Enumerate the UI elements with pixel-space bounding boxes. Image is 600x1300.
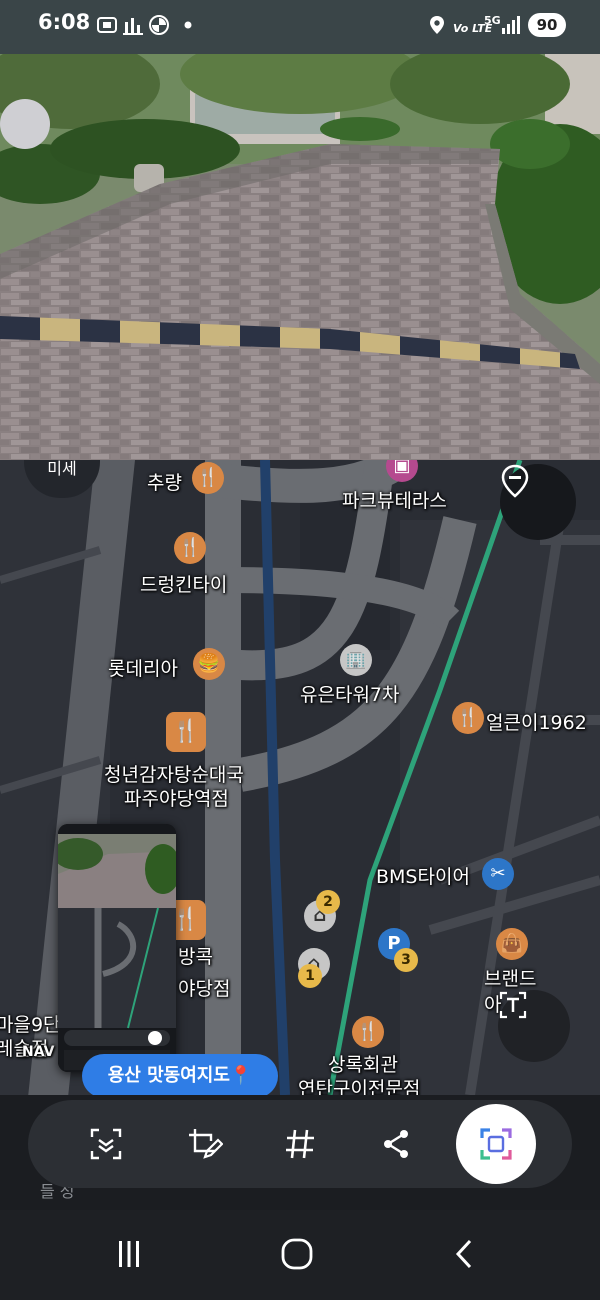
poi-label[interactable]: 파크뷰테라스 [342,486,447,513]
home-button[interactable] [272,1232,322,1276]
poi-label[interactable]: BMS타이어 [376,862,470,889]
office-building-icon[interactable]: 🏢 [340,644,372,676]
poi-label[interactable]: 마을9단 [0,1010,61,1037]
location-toggle-button[interactable] [500,464,576,540]
street-photo [0,54,600,460]
share-button[interactable] [370,1118,422,1170]
poi-label[interactable]: 방콕 [178,942,213,969]
chart-icon [123,18,143,35]
poi-label[interactable]: 드렁킨타이 [140,570,227,597]
text-scan-icon [499,991,527,1019]
share-icon [384,1130,408,1158]
recents-icon [119,1241,139,1267]
status-bar: 6:08 Vo LTE 5G 90 [0,0,600,54]
smart-select-button[interactable] [456,1104,536,1184]
clock: 6:08 [38,10,91,34]
screenshot-icon [97,17,117,33]
marker-three[interactable]: 3 [394,948,418,972]
marker-one[interactable]: 1 [298,964,322,988]
battery-indicator: 90 [528,13,566,37]
scan-icon [90,1128,122,1160]
poi-label[interactable]: 야당점 [178,974,230,1001]
network-gen: 5G [484,14,501,27]
poi-label[interactable]: 연탄구이전문점 [298,1074,420,1095]
location-minus-icon [501,464,529,498]
poi-label[interactable]: 유은타워7차 [300,680,400,707]
recents-button[interactable] [104,1232,154,1276]
thumbnail-preview-icon [58,824,176,1072]
back-button[interactable] [440,1232,490,1276]
restaurant-icon[interactable]: 🍴 [352,1016,384,1048]
back-icon [455,1239,472,1269]
restaurant-icon[interactable]: 🍴 [192,462,224,494]
poi-label[interactable]: 추량 [147,468,182,495]
photo-street-icon [0,54,600,460]
edit-crop-icon [189,1129,223,1159]
draw-button[interactable] [178,1118,230,1170]
hashtag-icon [286,1129,314,1159]
restaurant-icon[interactable]: 🍴 [452,702,484,734]
screenshot-thumbnail[interactable] [58,824,176,1072]
bmw-icon [149,15,169,35]
marker-two[interactable]: 2 [316,890,340,914]
dot-icon [184,21,192,29]
capture-icon [480,1128,512,1160]
poi-label[interactable]: 롯데리아 [108,654,178,681]
scroll-capture-button[interactable] [80,1118,132,1170]
map-list-banner[interactable]: 용산 맛동여지도📍 [82,1054,278,1098]
restaurant-icon[interactable]: 🍴 [174,532,206,564]
location-icon [430,16,444,34]
poi-label[interactable]: 파주야당역점 [124,784,229,811]
poi-label[interactable]: 얼큰이1962 [486,708,587,735]
tire-service-icon[interactable]: ✂ [482,858,514,890]
tag-button[interactable] [274,1118,326,1170]
restaurant-icon[interactable]: 🍴 [166,712,206,752]
home-icon [281,1238,313,1270]
naver-logo: NAV [22,1044,55,1060]
burger-icon[interactable]: 🍔 [193,648,225,680]
text-extract-button[interactable] [498,990,570,1062]
shopping-bag-icon[interactable]: 👜 [496,928,528,960]
poi-label[interactable]: 브랜드 [484,964,536,991]
poi-label[interactable]: 상록회관 [328,1050,398,1077]
signal-icon [502,16,520,34]
poi-label[interactable]: 청년감자탕순대국 [104,760,244,787]
